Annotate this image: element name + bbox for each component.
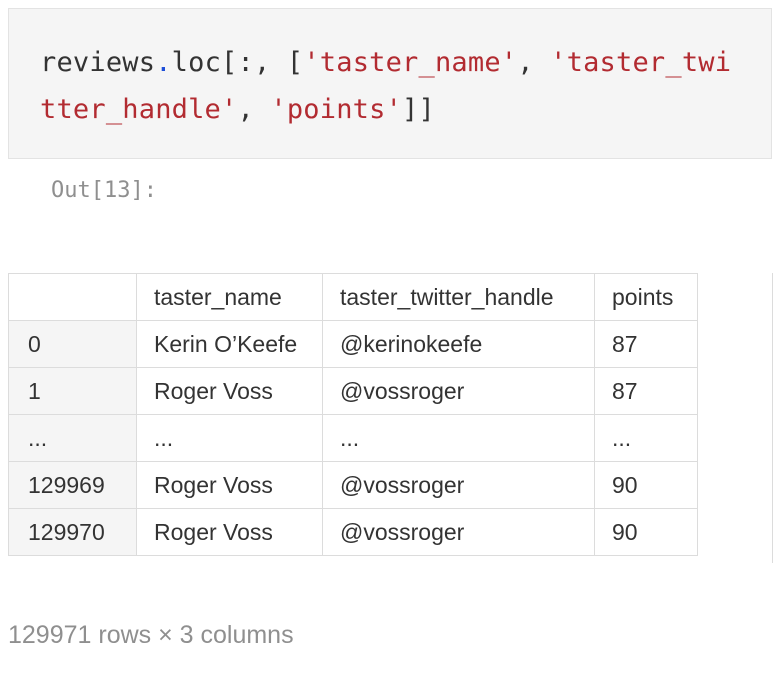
cell-points: 87 — [594, 320, 698, 368]
output-scroll-edge — [772, 273, 773, 563]
cell-points: 90 — [594, 508, 698, 556]
dataframe-shape-summary: 129971 rows × 3 columns — [8, 621, 294, 649]
code-token-separator: , — [237, 94, 271, 125]
code-token-variable: reviews — [40, 47, 156, 78]
output-prompt: Out[13]: — [51, 178, 157, 203]
cell-points: 87 — [594, 367, 698, 415]
table-row: 0 Kerin O’Keefe @kerinokeefe 87 — [8, 320, 698, 368]
cell-taster-name: Roger Voss — [136, 461, 323, 509]
code-input-cell[interactable]: reviews.loc[:, ['taster_name', 'taster_t… — [8, 8, 772, 159]
code-token-string: tter_handle' — [40, 94, 238, 125]
index-header — [8, 273, 137, 321]
row-index: 129970 — [8, 508, 137, 556]
row-index: ... — [8, 414, 137, 462]
code-line-1: reviews.loc[:, ['taster_name', 'taster_t… — [40, 47, 731, 79]
row-index: 0 — [8, 320, 137, 368]
table-row: 129969 Roger Voss @vossroger 90 — [8, 461, 698, 509]
cell-points: 90 — [594, 461, 698, 509]
cell-taster-name: ... — [136, 414, 323, 462]
code-line-2: tter_handle', 'points']] — [40, 94, 435, 126]
cell-taster-name: Roger Voss — [136, 508, 323, 556]
row-index: 1 — [8, 367, 137, 415]
table-row: 129970 Roger Voss @vossroger 90 — [8, 508, 698, 556]
code-token-dot: . — [155, 47, 172, 78]
dataframe-output[interactable]: taster_name taster_twitter_handle points… — [8, 273, 772, 563]
cell-taster-twitter-handle: @vossroger — [322, 508, 595, 556]
code-token-separator: , — [517, 47, 551, 78]
column-header-taster-twitter-handle: taster_twitter_handle — [322, 273, 595, 321]
column-header-taster-name: taster_name — [136, 273, 323, 321]
row-index: 129969 — [8, 461, 137, 509]
cell-taster-twitter-handle: @kerinokeefe — [322, 320, 595, 368]
code-token-string: 'taster_name' — [303, 47, 518, 78]
cell-taster-twitter-handle: @vossroger — [322, 367, 595, 415]
table-row: 1 Roger Voss @vossroger 87 — [8, 367, 698, 415]
code-token-method: loc[:, [ — [171, 47, 304, 78]
table-header-row: taster_name taster_twitter_handle points — [8, 273, 698, 321]
code-token-close-brackets: ]] — [402, 94, 435, 125]
code-token-string: 'points' — [270, 94, 403, 125]
cell-points: ... — [594, 414, 698, 462]
column-header-points: points — [594, 273, 698, 321]
table-row-ellipsis: ... ... ... ... — [8, 414, 698, 462]
dataframe-table: taster_name taster_twitter_handle points… — [8, 273, 698, 556]
cell-taster-name: Roger Voss — [136, 367, 323, 415]
cell-taster-name: Kerin O’Keefe — [136, 320, 323, 368]
cell-taster-twitter-handle: ... — [322, 414, 595, 462]
code-token-string: 'taster_twi — [550, 47, 732, 78]
cell-taster-twitter-handle: @vossroger — [322, 461, 595, 509]
